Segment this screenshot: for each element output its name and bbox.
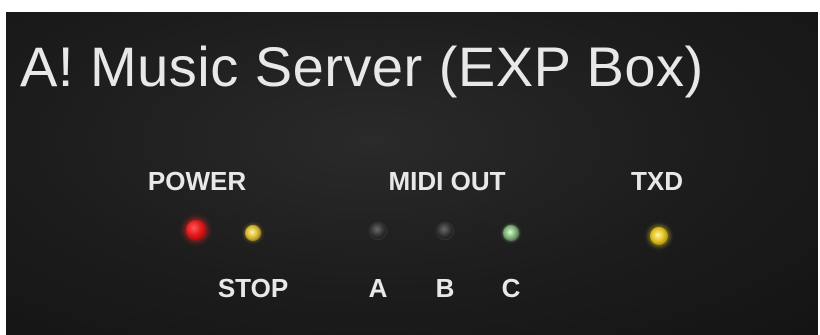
midi-out-a-label: A	[368, 273, 388, 303]
midi-out-a-led-icon	[370, 223, 386, 239]
power-led-icon	[186, 220, 206, 240]
midi-out-label: MIDI OUT	[388, 166, 506, 196]
txd-label: TXD	[631, 166, 683, 196]
panel-title: A! Music Server (EXP Box)	[20, 35, 704, 98]
midi-out-c-led-icon	[503, 225, 519, 241]
stop-label: STOP	[217, 273, 289, 303]
midi-out-b-label: B	[435, 273, 455, 303]
stop-led-icon	[245, 225, 261, 241]
midi-out-c-label: C	[501, 273, 521, 303]
txd-led-icon	[650, 227, 668, 245]
power-label: POWER	[147, 166, 247, 196]
midi-out-b-led-icon	[437, 223, 453, 239]
device-front-panel: A! Music Server (EXP Box) POWER MIDI OUT…	[6, 12, 818, 335]
